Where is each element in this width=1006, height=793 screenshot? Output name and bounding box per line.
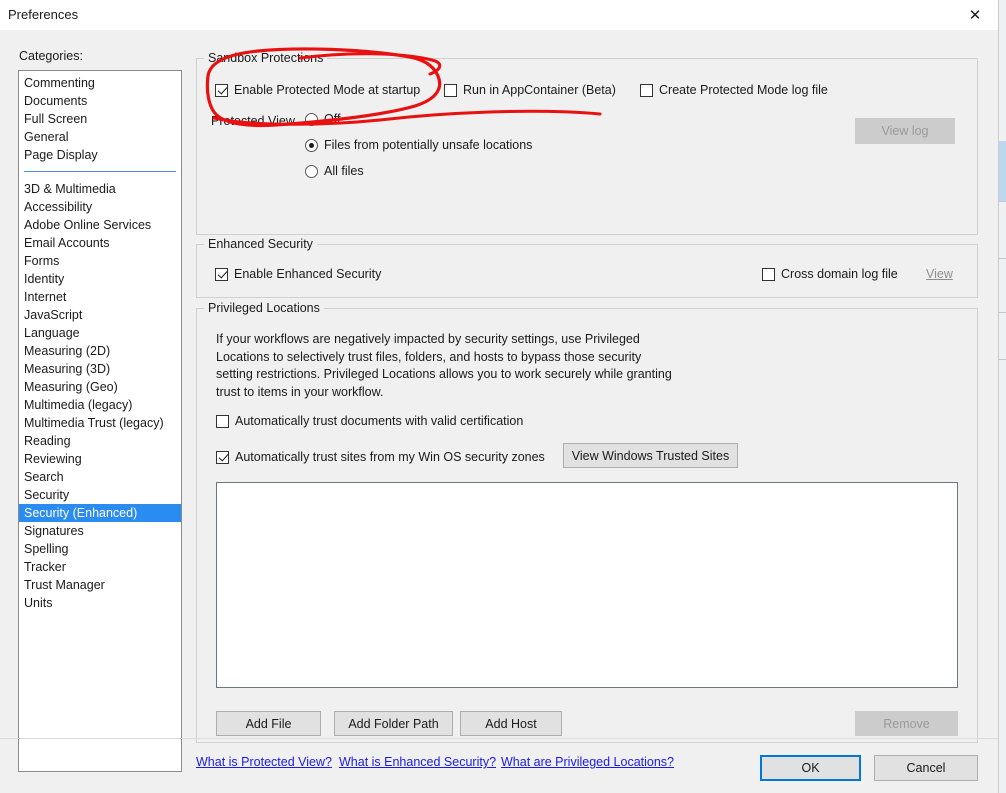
privileged-locations-description: If your workflows are negatively impacte…: [216, 332, 672, 399]
protected-view-off-row[interactable]: Off: [305, 112, 340, 126]
sidebar-item-commenting[interactable]: Commenting: [19, 74, 181, 92]
what-is-enhanced-security-link[interactable]: What is Enhanced Security?: [339, 755, 496, 769]
sidebar-item-tracker[interactable]: Tracker: [19, 558, 181, 576]
add-host-button[interactable]: Add Host: [460, 711, 562, 736]
remove-button[interactable]: Remove: [855, 711, 958, 736]
background-window-strip: [998, 0, 1006, 793]
background-accent-band: [999, 141, 1006, 201]
dialog-footer-separator: [0, 738, 998, 739]
categories-list[interactable]: Commenting Documents Full Screen General…: [18, 70, 182, 772]
enable-enhanced-security-checkbox[interactable]: [215, 267, 228, 281]
sidebar-item-3d-multimedia[interactable]: 3D & Multimedia: [19, 180, 181, 198]
protected-view-label: Protected View: [211, 114, 295, 128]
sidebar-item-multimedia-legacy[interactable]: Multimedia (legacy): [19, 396, 181, 414]
sidebar-item-email-accounts[interactable]: Email Accounts: [19, 234, 181, 252]
window-title: Preferences: [8, 7, 79, 22]
protected-view-off-label: Off: [324, 112, 341, 126]
enable-protected-mode-label: Enable Protected Mode at startup: [234, 83, 421, 97]
add-file-button[interactable]: Add File: [216, 711, 321, 736]
sidebar-item-measuring-2d[interactable]: Measuring (2D): [19, 342, 181, 360]
privileged-locations-listbox[interactable]: [216, 482, 958, 688]
privileged-locations-group: Privileged Locations If your workflows a…: [196, 301, 978, 743]
protected-view-unsafe-label: Files from potentially unsafe locations: [324, 138, 533, 152]
cancel-button[interactable]: Cancel: [874, 755, 978, 781]
view-windows-trusted-sites-button[interactable]: View Windows Trusted Sites: [563, 443, 738, 468]
sidebar-item-full-screen[interactable]: Full Screen: [19, 110, 181, 128]
sidebar-item-forms[interactable]: Forms: [19, 252, 181, 270]
protected-view-off-radio[interactable]: [305, 112, 318, 126]
sidebar-item-security-enhanced[interactable]: Security (Enhanced): [19, 504, 181, 522]
sidebar-item-signatures[interactable]: Signatures: [19, 522, 181, 540]
trust-win-os-zones-checkbox[interactable]: [216, 450, 229, 464]
add-folder-path-button[interactable]: Add Folder Path: [334, 711, 453, 736]
background-divider: [999, 258, 1006, 259]
cross-domain-view-link[interactable]: View: [926, 267, 953, 281]
sidebar-item-units[interactable]: Units: [19, 594, 181, 612]
protected-view-all-files-radio[interactable]: [305, 164, 318, 178]
sidebar-item-measuring-3d[interactable]: Measuring (3D): [19, 360, 181, 378]
sidebar-item-page-display[interactable]: Page Display: [19, 146, 181, 164]
background-divider: [999, 359, 1006, 360]
enhanced-security-group: Enhanced Security Enable Enhanced Securi…: [196, 237, 978, 298]
background-divider: [999, 312, 1006, 313]
enable-enhanced-security-label: Enable Enhanced Security: [234, 267, 382, 281]
create-protected-mode-log-label: Create Protected Mode log file: [659, 83, 828, 97]
sidebar-item-javascript[interactable]: JavaScript: [19, 306, 181, 324]
sidebar-item-reading[interactable]: Reading: [19, 432, 181, 450]
protected-view-unsafe-row[interactable]: Files from potentially unsafe locations: [305, 138, 532, 152]
run-in-appcontainer-label: Run in AppContainer (Beta): [463, 83, 616, 97]
sidebar-item-spelling[interactable]: Spelling: [19, 540, 181, 558]
privileged-locations-title: Privileged Locations: [204, 301, 324, 315]
create-protected-mode-log-checkbox[interactable]: [640, 83, 653, 97]
sidebar-separator: [24, 171, 176, 172]
settings-content: Sandbox Protections Enable Protected Mod…: [196, 44, 986, 769]
enable-enhanced-security-row[interactable]: Enable Enhanced Security: [215, 267, 381, 281]
what-is-protected-view-link[interactable]: What is Protected View?: [196, 755, 332, 769]
sidebar-item-internet[interactable]: Internet: [19, 288, 181, 306]
sidebar-item-trust-manager[interactable]: Trust Manager: [19, 576, 181, 594]
sidebar-item-language[interactable]: Language: [19, 324, 181, 342]
enhanced-security-title: Enhanced Security: [204, 237, 317, 251]
cross-domain-log-checkbox[interactable]: [762, 267, 775, 281]
run-in-appcontainer-checkbox[interactable]: [444, 83, 457, 97]
background-divider: [999, 201, 1006, 202]
run-in-appcontainer-row[interactable]: Run in AppContainer (Beta): [444, 83, 616, 97]
view-log-button[interactable]: View log: [855, 118, 955, 144]
sidebar-item-adobe-online-services[interactable]: Adobe Online Services: [19, 216, 181, 234]
cross-domain-log-row[interactable]: Cross domain log file: [762, 267, 898, 281]
sidebar-item-security[interactable]: Security: [19, 486, 181, 504]
categories-label: Categories:: [19, 49, 83, 63]
sidebar-item-documents[interactable]: Documents: [19, 92, 181, 110]
trust-valid-certification-row[interactable]: Automatically trust documents with valid…: [216, 414, 523, 428]
enable-protected-mode-checkbox[interactable]: [215, 83, 228, 97]
title-bar: Preferences ✕: [0, 0, 998, 30]
ok-button[interactable]: OK: [760, 755, 861, 781]
trust-win-os-zones-row[interactable]: Automatically trust sites from my Win OS…: [216, 450, 545, 464]
sidebar-item-search[interactable]: Search: [19, 468, 181, 486]
cross-domain-log-label: Cross domain log file: [781, 267, 898, 281]
what-are-privileged-locations-link[interactable]: What are Privileged Locations?: [501, 755, 674, 769]
trust-win-os-zones-label: Automatically trust sites from my Win OS…: [235, 450, 545, 464]
trust-valid-certification-checkbox[interactable]: [216, 414, 229, 428]
sandbox-protections-title: Sandbox Protections: [204, 51, 328, 65]
close-icon[interactable]: ✕: [952, 0, 998, 30]
sidebar-item-general[interactable]: General: [19, 128, 181, 146]
sidebar-item-identity[interactable]: Identity: [19, 270, 181, 288]
protected-view-all-files-label: All files: [324, 164, 364, 178]
sidebar-item-measuring-geo[interactable]: Measuring (Geo): [19, 378, 181, 396]
protected-view-all-files-row[interactable]: All files: [305, 164, 364, 178]
sandbox-protections-group: Sandbox Protections Enable Protected Mod…: [196, 51, 978, 235]
sidebar-item-reviewing[interactable]: Reviewing: [19, 450, 181, 468]
trust-valid-certification-label: Automatically trust documents with valid…: [235, 414, 524, 428]
sidebar-item-accessibility[interactable]: Accessibility: [19, 198, 181, 216]
preferences-dialog-body: Categories: Commenting Documents Full Sc…: [0, 30, 998, 793]
enable-protected-mode-row[interactable]: Enable Protected Mode at startup: [215, 83, 420, 97]
protected-view-unsafe-radio[interactable]: [305, 138, 318, 152]
create-protected-mode-log-row[interactable]: Create Protected Mode log file: [640, 83, 828, 97]
sidebar-item-multimedia-trust-legacy[interactable]: Multimedia Trust (legacy): [19, 414, 181, 432]
